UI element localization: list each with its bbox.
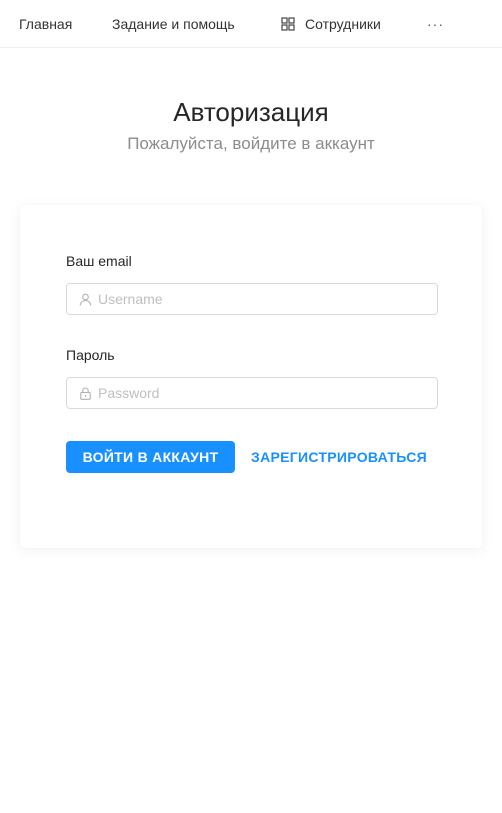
register-link[interactable]: ЗАРЕГИСТРИРОВАТЬСЯ [251, 448, 427, 466]
email-input[interactable] [98, 291, 428, 307]
login-card: Ваш email Пароль ВОЙТИ В АККАУНТ ЗАРЕГИС… [20, 205, 482, 548]
nav-item-home[interactable]: Главная [19, 15, 72, 33]
lock-icon [80, 386, 91, 400]
top-navigation: Главная Задание и помощь Сотрудники ··· [0, 0, 502, 48]
user-icon [79, 293, 92, 306]
grid-icon [281, 17, 295, 31]
page-subtitle: Пожалуйста, войдите в аккаунт [127, 134, 375, 153]
page-title: Авторизация [173, 97, 329, 127]
password-input[interactable] [98, 385, 428, 401]
nav-item-tasks-help[interactable]: Задание и помощь [112, 15, 235, 33]
nav-item-staff-label: Сотрудники [305, 16, 381, 32]
email-field[interactable] [66, 283, 438, 315]
login-button[interactable]: ВОЙТИ В АККАУНТ [66, 441, 235, 473]
password-label: Пароль [66, 347, 115, 363]
email-label: Ваш email [66, 253, 132, 269]
nav-item-staff[interactable]: Сотрудники [281, 15, 381, 33]
more-menu-icon[interactable]: ··· [427, 15, 444, 33]
password-field[interactable] [66, 377, 438, 409]
